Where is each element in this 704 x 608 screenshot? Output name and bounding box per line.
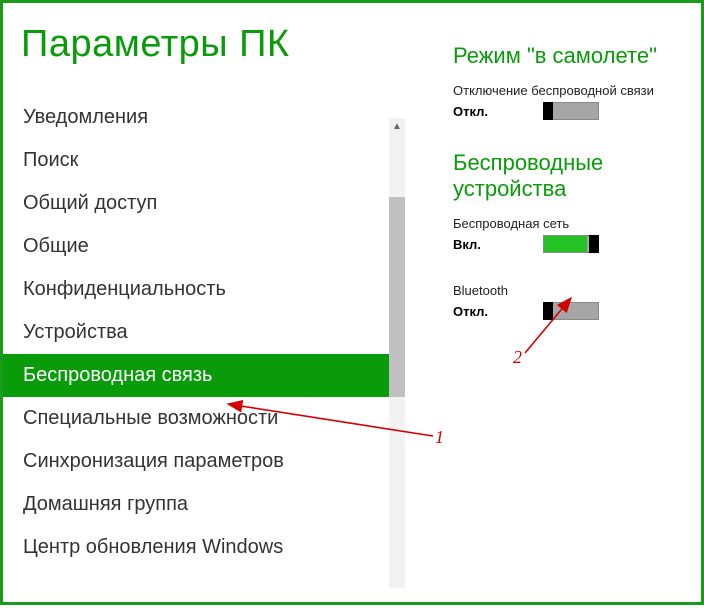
settings-sidebar: Параметры ПК Уведомления Поиск Общий дос… bbox=[3, 3, 423, 602]
wifi-value: Вкл. bbox=[453, 237, 503, 252]
sidebar-item-sync[interactable]: Синхронизация параметров bbox=[3, 440, 391, 483]
airplane-value: Откл. bbox=[453, 104, 503, 119]
airplane-toggle[interactable] bbox=[543, 102, 599, 120]
nav-list: Уведомления Поиск Общий доступ Общие Кон… bbox=[3, 96, 423, 569]
airplane-heading: Режим "в самолете" bbox=[453, 43, 683, 69]
airplane-label: Отключение беспроводной связи bbox=[453, 83, 683, 98]
sidebar-item-homegroup[interactable]: Домашняя группа bbox=[3, 483, 391, 526]
airplane-mode-section: Режим "в самолете" Отключение беспроводн… bbox=[453, 43, 683, 120]
bluetooth-value: Откл. bbox=[453, 304, 503, 319]
wifi-label: Беспроводная сеть bbox=[453, 216, 683, 231]
annotation-label-2: 2 bbox=[513, 347, 522, 368]
content-panel: Режим "в самолете" Отключение беспроводн… bbox=[423, 3, 701, 602]
sidebar-item-notifications[interactable]: Уведомления bbox=[3, 96, 391, 139]
sidebar-item-devices[interactable]: Устройства bbox=[3, 311, 391, 354]
sidebar-item-wireless[interactable]: Беспроводная связь bbox=[3, 354, 391, 397]
sidebar-item-share[interactable]: Общий доступ bbox=[3, 182, 391, 225]
sidebar-item-general[interactable]: Общие bbox=[3, 225, 391, 268]
scrollbar-thumb[interactable] bbox=[389, 197, 405, 397]
wireless-devices-section: Беспроводные устройства Беспроводная сет… bbox=[453, 150, 683, 320]
wireless-heading: Беспроводные устройства bbox=[453, 150, 683, 202]
bluetooth-label: Bluetooth bbox=[453, 283, 683, 298]
page-title: Параметры ПК bbox=[3, 23, 423, 66]
wifi-toggle[interactable] bbox=[543, 235, 599, 253]
sidebar-item-search[interactable]: Поиск bbox=[3, 139, 391, 182]
sidebar-item-privacy[interactable]: Конфиденциальность bbox=[3, 268, 391, 311]
scroll-up-icon[interactable]: ▲ bbox=[389, 118, 405, 134]
sidebar-item-update[interactable]: Центр обновления Windows bbox=[3, 526, 391, 569]
annotation-label-1: 1 bbox=[435, 427, 444, 448]
sidebar-item-accessibility[interactable]: Специальные возможности bbox=[3, 397, 391, 440]
bluetooth-toggle[interactable] bbox=[543, 302, 599, 320]
